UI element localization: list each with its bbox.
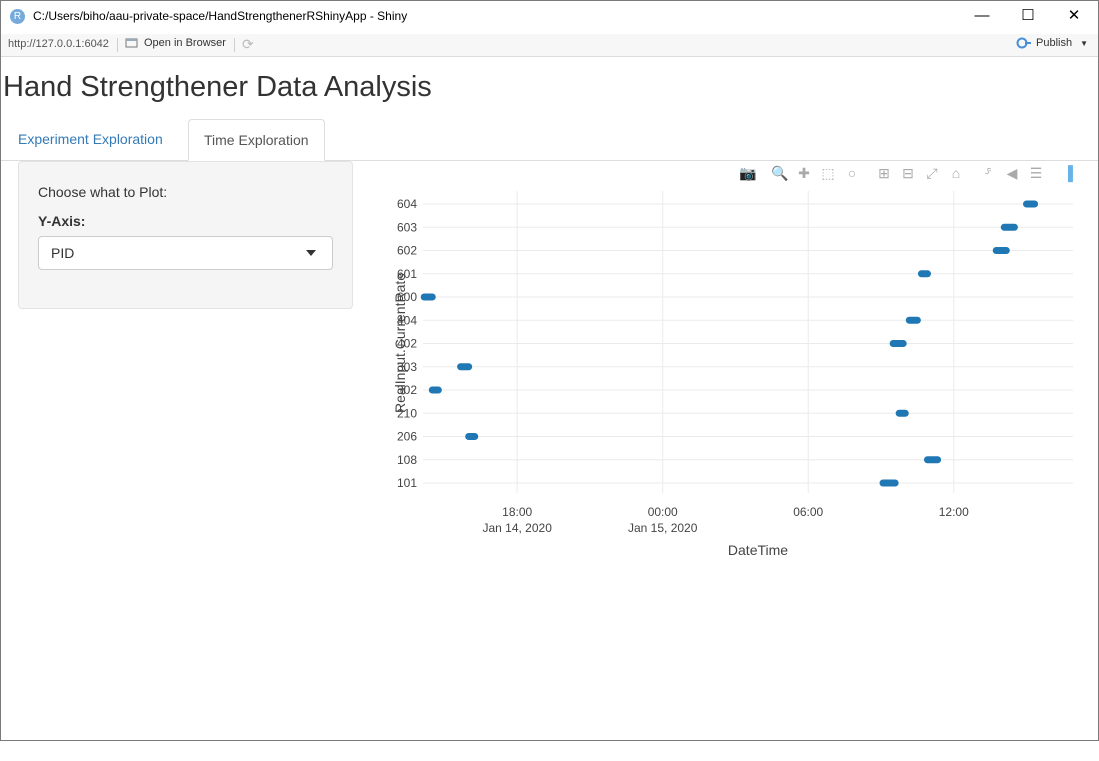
refresh-icon[interactable]: ⟳ xyxy=(242,36,254,53)
x-tick-sublabel: Jan 15, 2020 xyxy=(628,521,698,535)
tab-experiment-exploration[interactable]: Experiment Exploration xyxy=(3,119,178,159)
toolbar-divider xyxy=(117,38,118,52)
minimize-icon[interactable]: — xyxy=(959,1,1005,31)
publish-icon xyxy=(1016,37,1031,49)
y-tick-label: 101 xyxy=(397,476,417,490)
tab-bar: Experiment Exploration Time Exploration xyxy=(1,119,1098,161)
x-tick-sublabel: Jan 14, 2020 xyxy=(482,521,552,535)
title-bar: R C:/Users/biho/aau-private-space/HandSt… xyxy=(1,1,1098,33)
tab-time-exploration[interactable]: Time Exploration xyxy=(188,119,325,161)
publish-button[interactable]: Publish ▼ xyxy=(1016,37,1088,49)
viewer-toolbar: http://127.0.0.1:6042 Open in Browser ⟳ … xyxy=(1,34,1098,57)
x-tick-label: 06:00 xyxy=(793,505,823,519)
x-tick-label: 00:00 xyxy=(648,505,678,519)
window-title: C:/Users/biho/aau-private-space/HandStre… xyxy=(33,9,408,23)
maximize-icon[interactable]: ☐ xyxy=(1005,1,1051,31)
publish-label: Publish xyxy=(1036,37,1073,49)
r-app-icon: R xyxy=(10,9,25,24)
open-in-browser-label: Open in Browser xyxy=(144,37,226,49)
open-browser-icon xyxy=(125,38,138,48)
open-in-browser-button[interactable]: Open in Browser xyxy=(125,37,226,49)
y-tick-label: 108 xyxy=(397,453,417,467)
publish-dropdown-icon[interactable]: ▼ xyxy=(1080,39,1088,48)
close-icon[interactable]: ✕ xyxy=(1051,1,1097,31)
url-text: http://127.0.0.1:6042 xyxy=(8,38,109,50)
y-tick-label: 603 xyxy=(397,220,417,234)
app-window: R C:/Users/biho/aau-private-space/HandSt… xyxy=(0,0,1099,741)
x-tick-label: 18:00 xyxy=(502,505,532,519)
y-tick-label: 602 xyxy=(397,244,417,258)
x-tick-label: 12:00 xyxy=(939,505,969,519)
x-axis-title: DateTime xyxy=(728,542,788,558)
page-title: Hand Strengthener Data Analysis xyxy=(3,71,432,103)
y-tick-label: 604 xyxy=(397,197,417,211)
toolbar-divider xyxy=(234,38,235,52)
y-axis-title: RealInput.CurrentRate xyxy=(392,273,408,413)
y-tick-label: 206 xyxy=(397,430,417,444)
scatter-chart[interactable]: 1011082062103023034024046006016026036041… xyxy=(1,161,1098,761)
